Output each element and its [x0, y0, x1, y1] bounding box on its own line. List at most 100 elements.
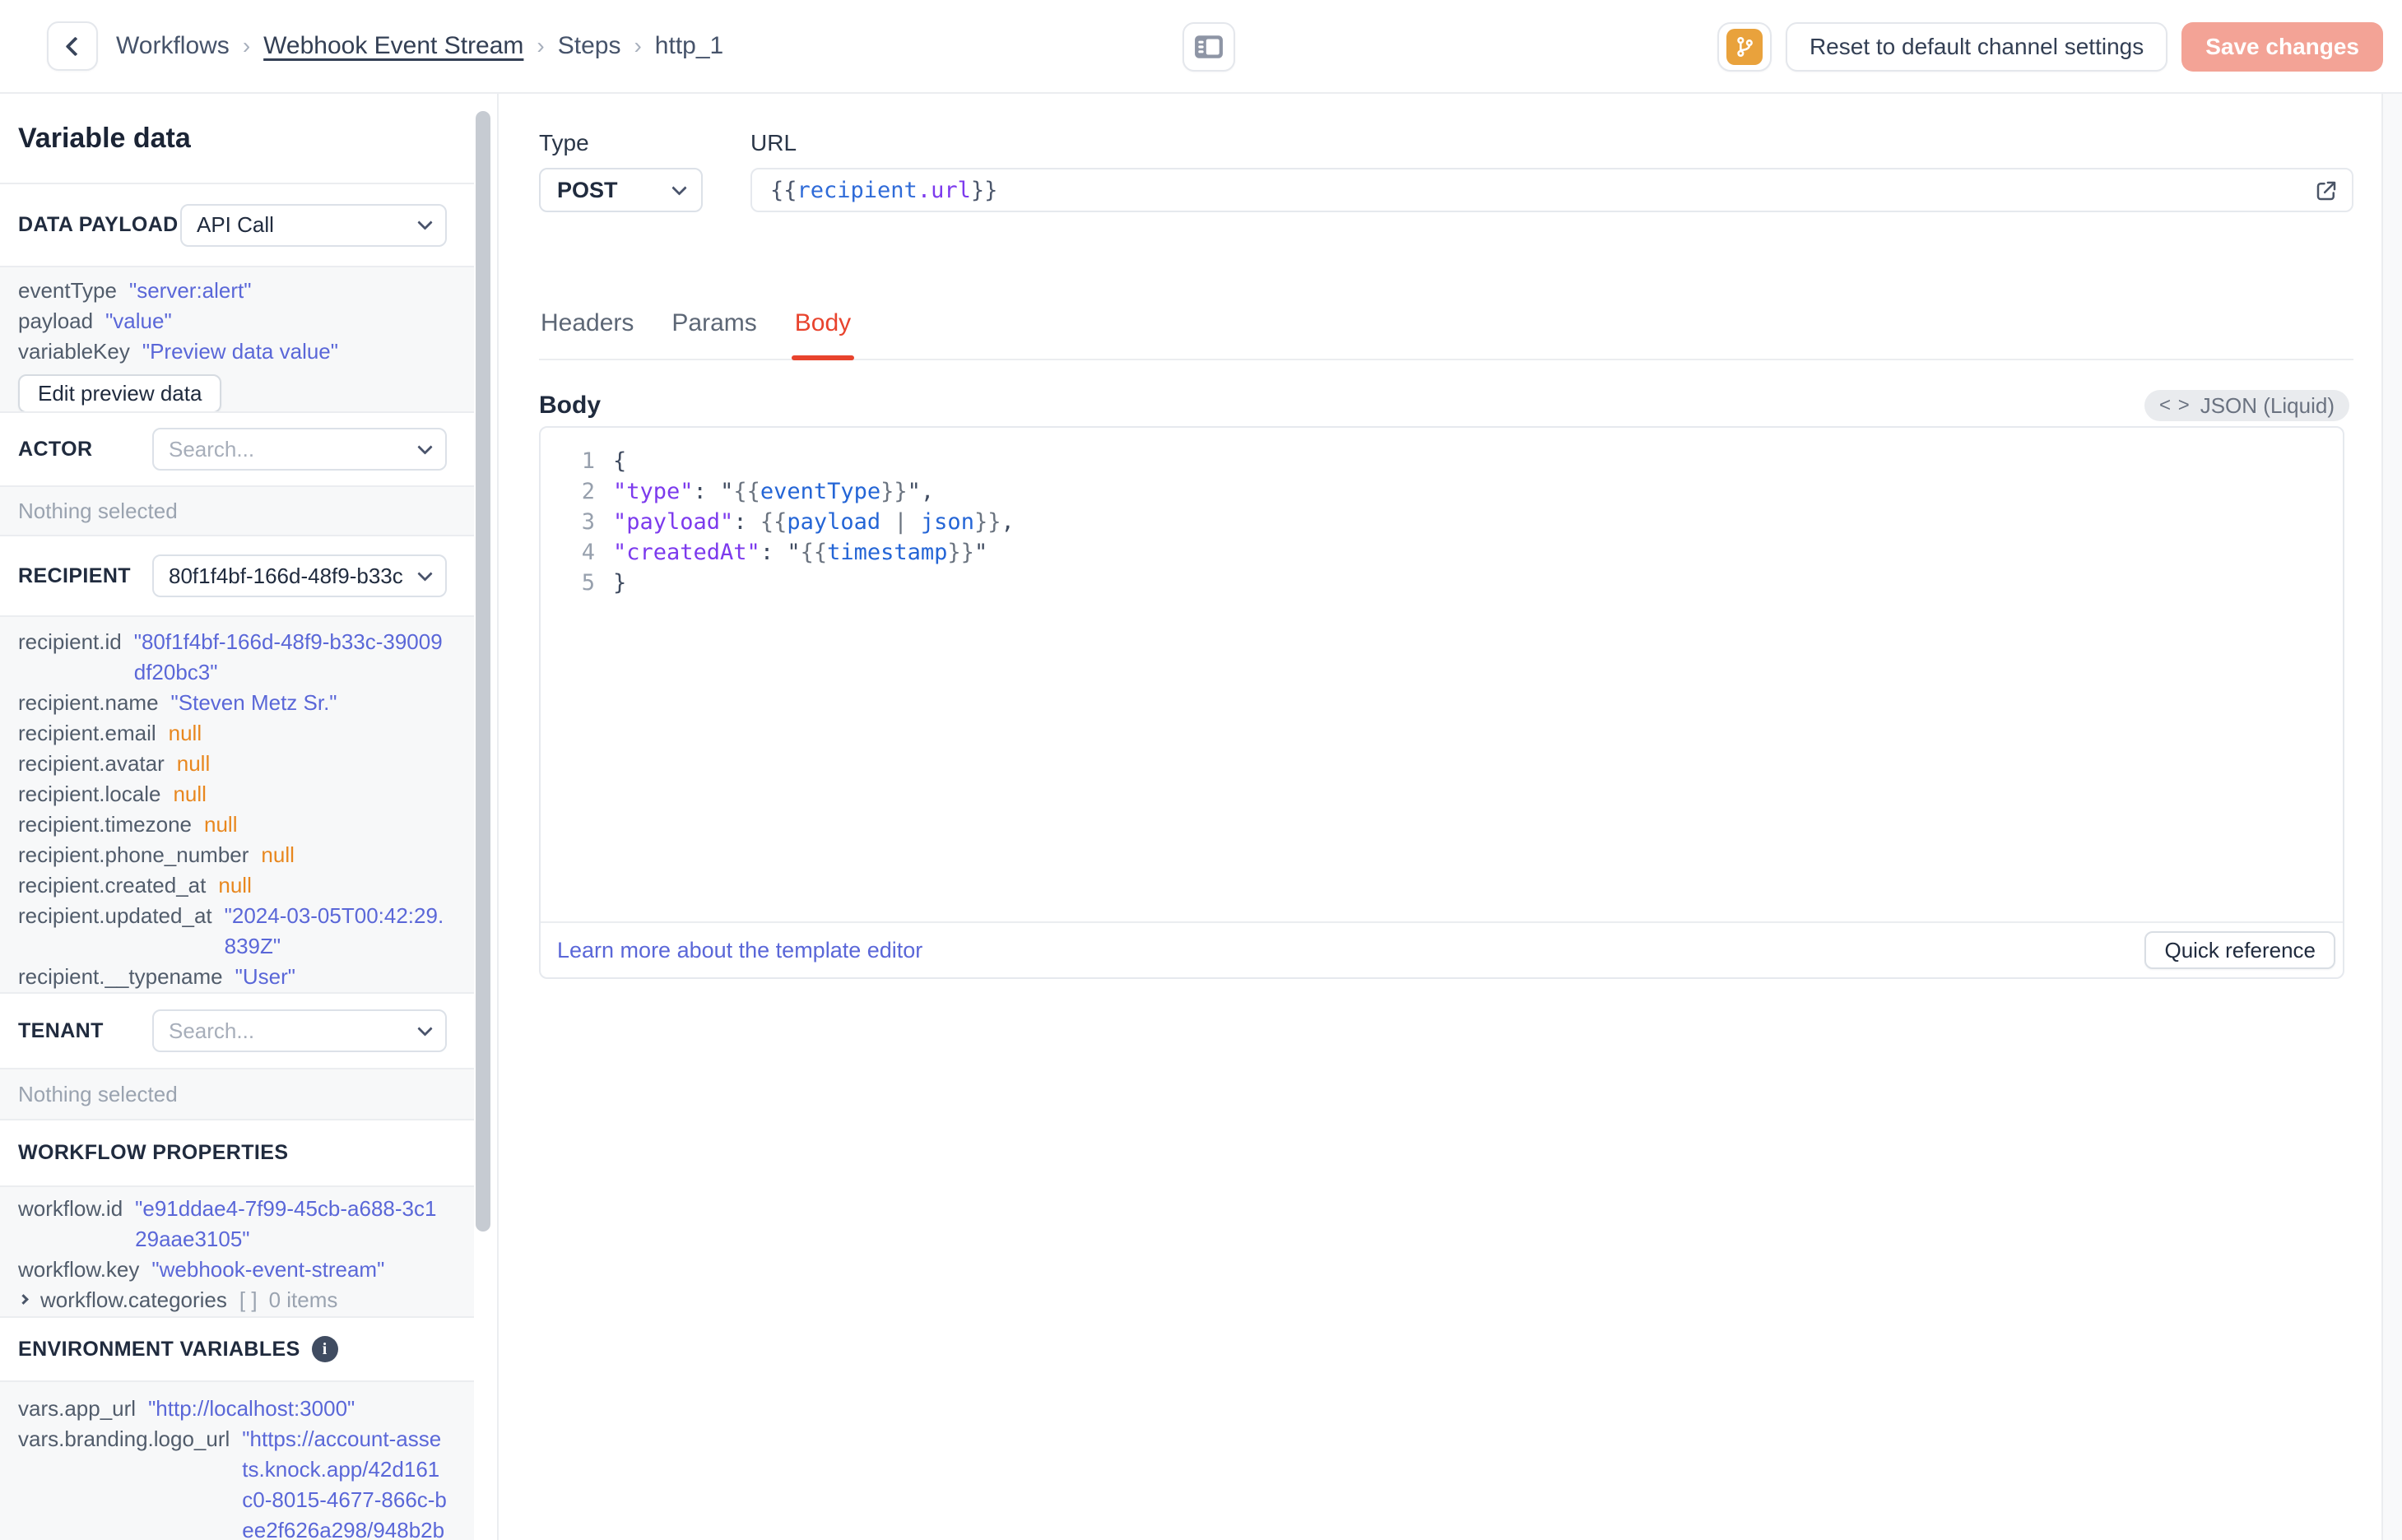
chevron-down-icon: [417, 1020, 433, 1037]
request-tabs: Headers Params Body: [539, 308, 2353, 360]
kv-key: workflow.key: [18, 1257, 140, 1282]
recipient-label: RECIPIENT: [18, 564, 131, 587]
code-token: {: [613, 448, 627, 474]
commit-button[interactable]: [1717, 22, 1772, 72]
topbar-actions: Reset to default channel settings Save c…: [1717, 22, 2383, 72]
code-line: 2 "type": "{{eventType}}",: [547, 476, 2326, 507]
body-section-title: Body: [539, 392, 601, 419]
kv-key: payload: [18, 308, 94, 333]
code-token: json: [920, 509, 974, 535]
code-token: :: [760, 540, 788, 565]
reset-channel-settings-button[interactable]: Reset to default channel settings: [1785, 22, 2168, 72]
line-number: 1: [581, 448, 595, 474]
code-token: "payload": [613, 509, 734, 535]
chevron-right-icon: [18, 1294, 29, 1305]
actor-search-placeholder: Search...: [169, 436, 255, 462]
actor-empty-state: Nothing selected: [0, 487, 474, 536]
actor-label: ACTOR: [18, 437, 93, 461]
breadcrumb-item: http_1: [654, 32, 724, 59]
template-editor-docs-link[interactable]: Learn more about the template editor: [557, 938, 922, 963]
environment-variables-title: ENVIRONMENT VARIABLES: [18, 1337, 300, 1361]
code-line: 5}: [547, 568, 2326, 598]
kv-value: "User": [235, 964, 295, 989]
type-label: Type: [539, 130, 589, 155]
url-label: URL: [750, 130, 797, 155]
tenant-row: TENANT Search...: [0, 994, 474, 1069]
tab-body[interactable]: Body: [791, 308, 855, 360]
kv-row: workflow.key "webhook-event-stream": [18, 1255, 447, 1285]
workflow-properties-title: WORKFLOW PROPERTIES: [18, 1141, 289, 1164]
kv-value: null: [176, 751, 211, 776]
url-input[interactable]: {{recipient.url}}: [750, 168, 2353, 212]
kv-key: vars.app_url: [18, 1396, 137, 1421]
breadcrumb-item[interactable]: Workflows: [116, 32, 230, 60]
main-scrollbar-track[interactable]: [2381, 94, 2402, 1540]
kv-key: recipient.email: [18, 721, 156, 745]
url-token: {{: [770, 177, 797, 203]
code-token: "createdAt": [613, 540, 760, 565]
data-payload-select[interactable]: API Call: [180, 203, 447, 247]
kv-key: eventType: [18, 278, 117, 303]
kv-value: "2024-03-05T00:42:29.839Z": [224, 903, 444, 958]
kv-value: null: [168, 721, 202, 745]
kv-row: recipient.email null: [18, 718, 447, 749]
url-token: }}: [970, 177, 998, 203]
environment-variables-heading: ENVIRONMENT VARIABLES: [0, 1318, 474, 1382]
kv-row: vars.app_url "http://localhost:3000": [18, 1394, 447, 1424]
kv-row: recipient.timezone null: [18, 809, 447, 840]
kv-value: "80f1f4bf-166d-48f9-b33c-39009df20bc3": [133, 629, 443, 684]
chevron-down-icon: [417, 438, 433, 455]
request-config-row: Type POST URL {{recipient.url}}: [539, 130, 2353, 212]
recipient-select[interactable]: 80f1f4bf-166d-48f9-b33c: [152, 554, 447, 597]
edit-preview-data-button[interactable]: Edit preview data: [18, 374, 222, 411]
sidebar-scrollbar-thumb[interactable]: [476, 111, 490, 1232]
breadcrumb-item[interactable]: Webhook Event Stream: [263, 32, 523, 60]
kv-key: recipient.updated_at: [18, 903, 212, 928]
kv-value: "https://account-assets.knock.app/42d161…: [242, 1426, 447, 1540]
kv-key: recipient.created_at: [18, 873, 207, 898]
code-token: ": [973, 540, 988, 565]
code-token: ",: [907, 479, 935, 504]
tab-params[interactable]: Params: [670, 308, 758, 359]
kv-value: "http://localhost:3000": [148, 1396, 355, 1421]
quick-reference-button[interactable]: Quick reference: [2144, 931, 2335, 969]
data-payload-row: DATA PAYLOAD API Call: [0, 184, 474, 267]
breadcrumb-separator: ›: [634, 33, 642, 58]
tab-headers[interactable]: Headers: [539, 308, 635, 359]
breadcrumb-item[interactable]: Steps: [558, 32, 621, 60]
step-editor-main: Type POST URL {{recipient.url}} Headers P…: [500, 94, 2402, 1540]
breadcrumb-separator: ›: [537, 33, 545, 58]
save-changes-button[interactable]: Save changes: [2181, 22, 2383, 72]
code-editor[interactable]: 1{2 "type": "{{eventType}}", 3 "payload": {…: [541, 428, 2343, 921]
kv-row[interactable]: workflow.categories [ ] 0 items: [18, 1285, 447, 1315]
workflow-kv-list: workflow.id "e91ddae4-7f99-45cb-a688-3c12…: [18, 1194, 447, 1315]
preview-kv-list: eventType "server:alert" payload "value" var…: [18, 276, 447, 367]
code-line: 4 "createdAt": "{{timestamp}}": [547, 537, 2326, 568]
kv-key: recipient.__typename: [18, 964, 223, 989]
editor-footer: Learn more about the template editor Qui…: [541, 921, 2343, 977]
info-icon[interactable]: [311, 1336, 338, 1362]
actor-search-select[interactable]: Search...: [152, 428, 447, 471]
url-token: url: [931, 177, 971, 203]
language-badge[interactable]: < > JSON (Liquid): [2144, 390, 2349, 421]
kv-value: null: [173, 782, 207, 806]
kv-key: recipient.locale: [18, 782, 161, 806]
sidebar-toggle-button[interactable]: [1182, 22, 1235, 72]
kv-row: recipient.name "Steven Metz Sr.": [18, 688, 447, 718]
language-badge-label: JSON (Liquid): [2200, 392, 2335, 418]
back-button[interactable]: [47, 21, 98, 71]
code-token: ,: [1001, 509, 1015, 535]
kv-value: [ ]: [239, 1287, 258, 1312]
kv-row: eventType "server:alert": [18, 276, 447, 306]
kv-value: "Preview data value": [142, 339, 338, 364]
code-token: :: [733, 509, 760, 535]
chevron-down-icon: [671, 179, 687, 196]
external-link-icon[interactable]: [2314, 179, 2339, 209]
method-select[interactable]: POST: [539, 168, 703, 212]
kv-value: "server:alert": [128, 278, 252, 303]
tenant-search-select[interactable]: Search...: [152, 1009, 447, 1052]
environment-kv-list: vars.app_url "http://localhost:3000" vars.…: [18, 1394, 447, 1540]
kv-row: variableKey "Preview data value": [18, 336, 447, 367]
kv-key: workflow.categories: [40, 1287, 227, 1312]
kv-key: recipient.phone_number: [18, 842, 249, 867]
